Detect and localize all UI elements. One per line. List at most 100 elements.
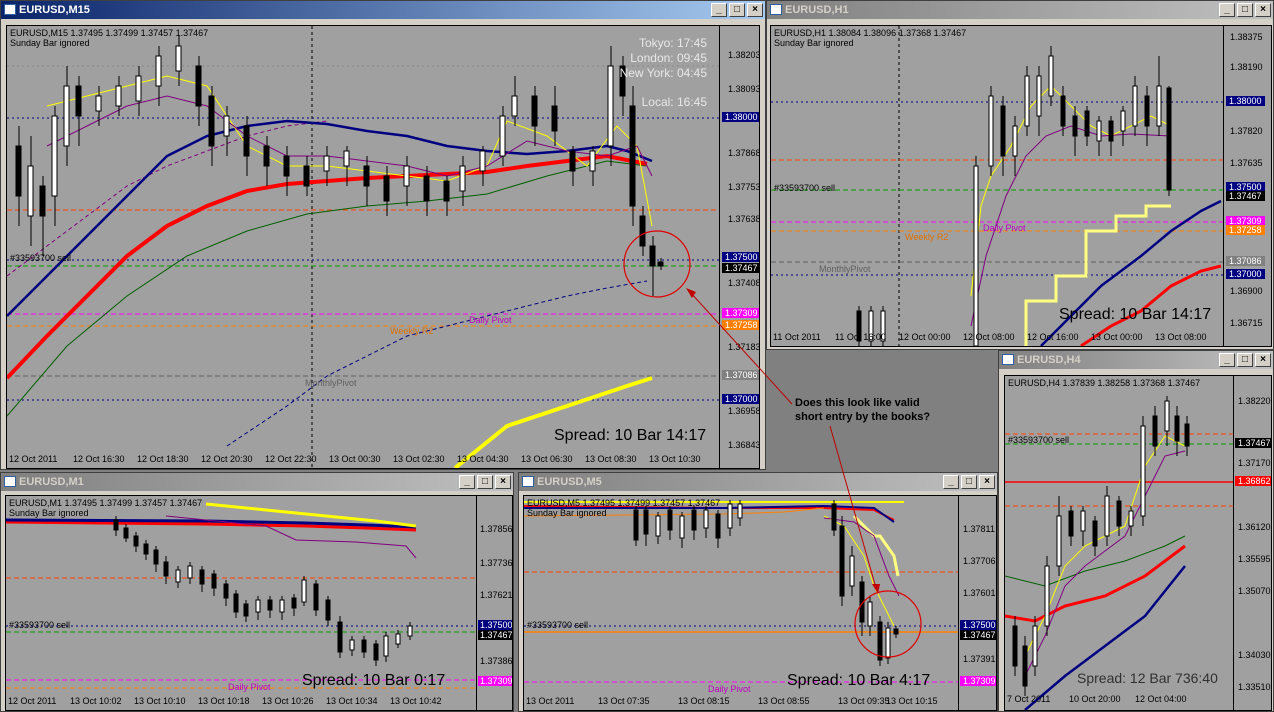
order-label: #33593700 sell bbox=[774, 183, 836, 193]
chart-icon bbox=[4, 4, 16, 15]
minimize-button[interactable]: _ bbox=[943, 475, 959, 489]
price-tag: 1.37309 bbox=[478, 676, 513, 686]
titlebar-h4[interactable]: EURUSD,H4 _ □ × bbox=[999, 351, 1273, 369]
price-tag: 1.37500 bbox=[478, 620, 513, 630]
maximize-button[interactable]: □ bbox=[477, 475, 493, 489]
minimize-button[interactable]: _ bbox=[1219, 353, 1235, 367]
pivot-label: Daily Pivot bbox=[708, 684, 751, 694]
chart-canvas bbox=[771, 26, 1223, 346]
chart-icon bbox=[1002, 354, 1014, 365]
close-button[interactable]: × bbox=[1255, 3, 1271, 17]
r2-label: Weekly R2 bbox=[390, 326, 434, 336]
price-axis[interactable]: 1.38203 1.38093 1.37868 1.37753 1.37638 … bbox=[719, 26, 759, 468]
chart-area-m5[interactable]: EURUSD,M5 1.37495 1.37499 1.37457 1.3746… bbox=[523, 495, 997, 711]
symbol-info: EURUSD,H1 1.38084 1.38096 1.37368 1.3746… bbox=[774, 28, 967, 38]
sunday-bar-note: Sunday Bar ignored bbox=[9, 508, 89, 518]
symbol-info: EURUSD,M5 1.37495 1.37499 1.37457 1.3746… bbox=[527, 498, 721, 508]
price-tag: 1.37500 bbox=[960, 620, 996, 630]
price-tag: 1.37309 bbox=[722, 308, 759, 318]
pivot-label: Daily Pivot bbox=[469, 315, 512, 325]
sunday-bar-note: Sunday Bar ignored bbox=[774, 38, 854, 48]
time-axis[interactable]: 11 Oct 2011 11 Oct 16:00 12 Oct 00:00 12… bbox=[771, 332, 1223, 346]
maximize-button[interactable]: □ bbox=[729, 3, 745, 17]
price-tag: 1.38000 bbox=[722, 112, 759, 122]
price-tag: 1.37086 bbox=[722, 370, 759, 380]
current-price-tag: 1.37467 bbox=[478, 630, 513, 640]
maximize-button[interactable]: □ bbox=[1237, 3, 1253, 17]
time-axis[interactable]: 12 Oct 2011 13 Oct 10:02 13 Oct 10:10 13… bbox=[6, 696, 476, 710]
spread-readout: Spread: 10 Bar 14:17 bbox=[1059, 306, 1212, 323]
price-tag: 1.38000 bbox=[1226, 96, 1265, 106]
price-tag: 1.37309 bbox=[960, 676, 996, 686]
sunday-bar-note: Sunday Bar ignored bbox=[527, 508, 607, 518]
session-clock: Tokyo: 17:45 London: 09:45 New York: 04:… bbox=[619, 36, 707, 109]
maximize-button[interactable]: □ bbox=[961, 475, 977, 489]
window-m5[interactable]: EURUSD,M5 _ □ × EURUSD,M5 1.37495 1.3749… bbox=[518, 472, 998, 712]
window-m1[interactable]: EURUSD,M1 _ □ × EURUSD,M1 1.37495 1.3749… bbox=[0, 472, 514, 712]
close-button[interactable]: × bbox=[495, 475, 511, 489]
price-axis[interactable]: 1.38220 1.37170 1.36120 1.35595 1.35070 … bbox=[1233, 376, 1271, 710]
time-axis[interactable]: 12 Oct 2011 12 Oct 16:30 12 Oct 18:30 12… bbox=[7, 454, 719, 468]
spread-readout: Spread: 10 Bar 14:17 bbox=[554, 427, 707, 444]
order-label: #33593700 sell bbox=[9, 620, 71, 630]
sunday-bar-note: Sunday Bar ignored bbox=[10, 38, 90, 48]
titlebar-m15[interactable]: EURUSD,M15 _ □ × bbox=[1, 1, 765, 19]
chart-area-m15[interactable]: EURUSD,M15 1.37495 1.37499 1.37457 1.374… bbox=[6, 25, 760, 469]
close-button[interactable]: × bbox=[1255, 353, 1271, 367]
price-axis[interactable]: 1.37856 1.37736 1.37621 1.37386 1.37500 … bbox=[476, 496, 513, 710]
chart-canvas bbox=[1005, 396, 1233, 710]
symbol-info: EURUSD,H4 1.37839 1.38258 1.37368 1.3746… bbox=[1008, 378, 1201, 388]
spread-readout: Spread: 10 Bar 0:17 bbox=[302, 672, 446, 689]
close-button[interactable]: × bbox=[979, 475, 995, 489]
window-title: EURUSD,H1 bbox=[785, 4, 849, 16]
price-tag: 1.37000 bbox=[1226, 269, 1265, 279]
current-price-tag: 1.37467 bbox=[960, 630, 996, 640]
order-label: #33593700 sell bbox=[1008, 435, 1070, 445]
maximize-button[interactable]: □ bbox=[1237, 353, 1253, 367]
monthly-pivot-label: MonthlyPivot bbox=[305, 378, 357, 388]
titlebar-m1[interactable]: EURUSD,M1 _ □ × bbox=[1, 473, 513, 491]
symbol-info: EURUSD,M1 1.37495 1.37499 1.37457 1.3746… bbox=[9, 498, 203, 508]
window-title: EURUSD,M1 bbox=[19, 476, 84, 488]
close-button[interactable]: × bbox=[747, 3, 763, 17]
order-label: #33593700 sell bbox=[10, 253, 72, 263]
minimize-button[interactable]: _ bbox=[459, 475, 475, 489]
titlebar-h1[interactable]: EURUSD,H1 _ □ × bbox=[767, 1, 1273, 19]
price-tag: 1.37258 bbox=[722, 320, 759, 330]
annotation-text: Does this look like valid short entry by… bbox=[795, 397, 931, 423]
price-tag: 1.37000 bbox=[722, 394, 759, 404]
chart-area-m1[interactable]: EURUSD,M1 1.37495 1.37499 1.37457 1.3746… bbox=[5, 495, 513, 711]
window-m15[interactable]: EURUSD,M15 _ □ × EURUSD,M15 1.37495 1.37… bbox=[0, 0, 766, 470]
price-tag: 1.37258 bbox=[1226, 225, 1265, 235]
price-axis[interactable]: 1.37811 1.37706 1.37601 1.37391 1.37500 … bbox=[958, 496, 996, 710]
window-title: EURUSD,M15 bbox=[19, 4, 90, 16]
chart-icon bbox=[770, 4, 782, 15]
price-tag: 1.36862 bbox=[1235, 476, 1271, 486]
pivot-label: Daily Pivot bbox=[983, 223, 1026, 233]
window-h4[interactable]: EURUSD,H4 _ □ × EURUSD,H4 1.37839 1.3825… bbox=[998, 350, 1274, 712]
minimize-button[interactable]: _ bbox=[711, 3, 727, 17]
price-tag: 1.37500 bbox=[722, 252, 759, 262]
pivot-label: Daily Pivot bbox=[228, 682, 271, 692]
chart-icon bbox=[4, 476, 16, 487]
titlebar-m5[interactable]: EURUSD,M5 _ □ × bbox=[519, 473, 997, 491]
time-axis[interactable]: 7 Oct 2011 10 Oct 20:00 12 Oct 04:00 bbox=[1005, 694, 1233, 708]
chart-icon bbox=[522, 476, 534, 487]
current-price-tag: 1.37467 bbox=[1235, 438, 1271, 448]
order-label: #33593700 sell bbox=[527, 620, 589, 630]
minimize-button[interactable]: _ bbox=[1219, 3, 1235, 17]
chart-area-h4[interactable]: EURUSD,H4 1.37839 1.38258 1.37368 1.3746… bbox=[1004, 375, 1272, 711]
time-axis[interactable]: 13 Oct 2011 13 Oct 07:35 13 Oct 08:15 13… bbox=[524, 696, 958, 710]
current-price-tag: 1.37467 bbox=[722, 263, 759, 273]
window-title: EURUSD,H4 bbox=[1017, 354, 1081, 366]
chart-area-h1[interactable]: EURUSD,H1 1.38084 1.38096 1.37368 1.3746… bbox=[770, 25, 1272, 347]
price-tag: 1.37086 bbox=[1226, 256, 1265, 266]
current-price-tag: 1.37467 bbox=[1226, 191, 1265, 201]
monthly-pivot-label: MonthlyPivot bbox=[819, 264, 871, 274]
price-axis[interactable]: 1.38375 1.38190 1.37820 1.37635 1.36900 … bbox=[1223, 26, 1271, 346]
r2-label: Weekly R2 bbox=[905, 232, 949, 242]
window-title: EURUSD,M5 bbox=[537, 476, 602, 488]
window-h1[interactable]: EURUSD,H1 _ □ × EURUSD,H1 1.38084 1.3809… bbox=[766, 0, 1274, 350]
spread-readout: Spread: 12 Bar 736:40 bbox=[1077, 670, 1218, 686]
symbol-info: EURUSD,M15 1.37495 1.37499 1.37457 1.374… bbox=[10, 28, 209, 38]
